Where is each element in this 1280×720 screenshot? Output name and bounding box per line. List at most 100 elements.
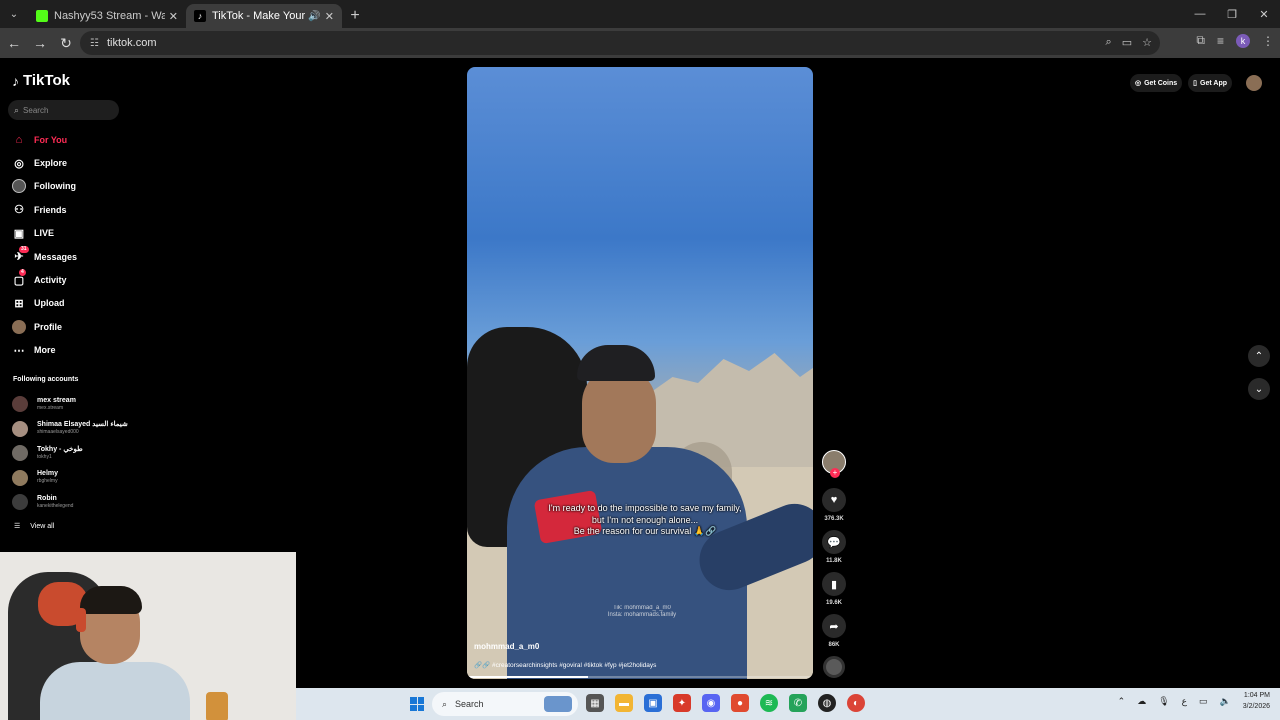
sidebar-item-label: Upload	[34, 298, 65, 309]
avatar	[12, 494, 28, 511]
taskbar-apps: ▦ ▬ ▣ ✦ ◉ ● ≋ ✆ ◍ ◐	[586, 694, 865, 712]
creator-avatar[interactable]: +	[822, 450, 846, 478]
sidebar-item-label: Profile	[34, 321, 63, 332]
profile-avatar[interactable]: k	[1236, 33, 1250, 48]
get-app-label: Get App	[1200, 79, 1227, 87]
friends-icon: ⚇	[14, 204, 24, 217]
following-account-item[interactable]: Helmy rbghelmy	[12, 466, 142, 491]
sidebar-item-friends[interactable]: ⚇ Friends	[12, 198, 152, 221]
store-icon[interactable]: ▣	[644, 694, 662, 712]
following-account-item[interactable]: mex stream mex.stream	[12, 392, 142, 417]
comment-icon[interactable]: 💬	[822, 530, 846, 554]
share-action[interactable]: ➦ 86K	[820, 614, 848, 648]
video-progress-bar[interactable]	[467, 676, 813, 678]
chevron-up-icon[interactable]: ⌃	[1248, 345, 1270, 367]
tab-search-chevron-icon[interactable]: ⌄	[0, 0, 28, 28]
zoom-icon[interactable]: ⌕	[1106, 36, 1112, 49]
follow-plus-icon[interactable]: +	[830, 468, 840, 478]
search-input[interactable]: ⌕ Search	[8, 100, 119, 120]
account-name: Robin	[37, 494, 57, 502]
language-indicator[interactable]: ع	[1182, 696, 1187, 707]
minimize-icon[interactable]: —	[1184, 0, 1216, 28]
reload-icon[interactable]: ↻	[54, 31, 78, 55]
upload-icon: ⊞	[14, 297, 24, 310]
media-control-icon[interactable]: ≡	[1217, 34, 1224, 48]
cast-icon[interactable]: ▭	[1122, 36, 1132, 49]
video-author[interactable]: mohmmad_a_m0	[474, 642, 539, 651]
clock-date: 3/2/2026	[1242, 703, 1270, 710]
close-tab-icon[interactable]: ✕	[325, 10, 334, 23]
phone-icon: ▯	[1193, 80, 1198, 87]
sidebar-item-upload[interactable]: ⊞ Upload	[12, 292, 152, 315]
search-highlight-image	[544, 696, 572, 712]
chevron-down-icon[interactable]: ⌄	[1248, 378, 1270, 400]
sidebar-item-live[interactable]: ▣ LIVE	[12, 222, 152, 245]
close-window-icon[interactable]: ✕	[1248, 0, 1280, 28]
close-tab-icon[interactable]: ✕	[169, 10, 178, 23]
chrome-icon[interactable]: ◐	[847, 694, 865, 712]
following-account-item[interactable]: Shimaa Elsayed شيماء السيد shimaaelsayed0…	[12, 417, 142, 442]
sidebar-item-label: For You	[34, 134, 68, 145]
obs-icon[interactable]: ◍	[818, 694, 836, 712]
red-app-icon[interactable]: ✦	[673, 694, 691, 712]
new-tab-button[interactable]: +	[342, 4, 368, 28]
comment-action[interactable]: 💬 11.8K	[820, 530, 848, 564]
whatsapp-icon[interactable]: ✆	[789, 694, 807, 712]
tray-app-icon[interactable]: ☁	[1137, 696, 1146, 707]
taskbar-clock[interactable]: 1:04 PM 3/2/2026	[1243, 690, 1270, 712]
tiktok-logo[interactable]: ♪ TikTok	[12, 72, 70, 89]
sidebar-item-for-you[interactable]: ⌂ For You	[12, 128, 152, 151]
taskbar-search[interactable]: ⌕ Search	[432, 692, 578, 716]
discord-icon[interactable]: ◉	[702, 694, 720, 712]
sidebar-item-label: Explore	[34, 158, 68, 169]
bookmark-star-icon[interactable]: ☆	[1142, 36, 1152, 49]
forward-icon[interactable]: →	[28, 31, 52, 55]
sidebar-item-explore[interactable]: ◎ Explore	[12, 151, 152, 174]
search-icon: ⌕	[442, 698, 448, 709]
tab-tiktok[interactable]: ♪ TikTok - Make Your Day 🔊 ✕	[186, 4, 342, 28]
restore-icon[interactable]: ❐	[1216, 0, 1248, 28]
get-coins-button[interactable]: ◎ Get Coins	[1130, 74, 1183, 92]
sidebar-item-following[interactable]: Following	[12, 175, 152, 198]
video-progress-fill	[467, 676, 589, 678]
account-name: Helmy	[37, 470, 59, 478]
microphone-icon[interactable]: 🎙	[1158, 696, 1169, 707]
site-info-icon[interactable]: ☷	[90, 38, 99, 49]
video-description[interactable]: 🔗🔗 #creatorsearchinsights #goviral #tikt…	[474, 661, 656, 669]
spotify-icon[interactable]: ≋	[760, 694, 778, 712]
bookmark-icon[interactable]: ▮	[822, 572, 846, 596]
view-all-link[interactable]: ☰ View all	[14, 522, 54, 531]
share-icon[interactable]: ➦	[822, 614, 846, 638]
following-account-item[interactable]: Tokhy - طوخي tokhy1	[12, 441, 142, 466]
browser-menu-icon[interactable]: ⋮	[1262, 34, 1274, 48]
following-account-item[interactable]: Robin kanekithelegend	[12, 490, 142, 515]
video-player[interactable]: I'm ready to do the impossible to save m…	[467, 67, 813, 679]
account-handle: tokhy1	[37, 453, 52, 460]
speaker-icon[interactable]: 🔊	[308, 11, 320, 22]
network-icon[interactable]: ▭	[1199, 696, 1208, 707]
sidebar-item-activity[interactable]: ▢ 4 Activity	[12, 268, 152, 291]
get-app-button[interactable]: ▯ Get App	[1188, 74, 1232, 92]
volume-icon[interactable]: 🔈	[1220, 696, 1231, 707]
sidebar-item-more[interactable]: ⋯ More	[12, 339, 152, 362]
recording-app-icon[interactable]: ●	[731, 694, 749, 712]
avatar	[12, 469, 28, 486]
bookmark-action[interactable]: ▮ 19.6K	[820, 572, 848, 606]
explorer-icon[interactable]: ▦	[586, 694, 604, 712]
sidebar-item-profile[interactable]: Profile	[12, 315, 152, 338]
back-icon[interactable]: ←	[2, 31, 26, 55]
watermark-line: Tik: mohmmad_a_m0	[613, 605, 671, 611]
more-icon: ⋯	[13, 344, 25, 357]
windows-start-icon[interactable]	[410, 697, 424, 711]
tray-chevron-icon[interactable]: ⌃	[1118, 696, 1126, 707]
like-action[interactable]: ♥ 376.3K	[820, 488, 848, 522]
music-disc-icon[interactable]	[823, 656, 845, 678]
folder-icon[interactable]: ▬	[615, 694, 633, 712]
extensions-icon[interactable]: ⧉	[1196, 33, 1205, 48]
address-bar[interactable]: ☷ tiktok.com ⌕ ▭ ☆	[80, 31, 1160, 55]
heart-icon[interactable]: ♥	[822, 488, 846, 512]
user-avatar[interactable]	[1246, 75, 1262, 91]
live-icon: ▣	[13, 227, 25, 240]
tab-nashyy-stream[interactable]: Nashyy53 Stream - Watch Live ✕	[28, 4, 186, 28]
sidebar-item-messages[interactable]: ✈ 31 Messages	[12, 245, 152, 268]
